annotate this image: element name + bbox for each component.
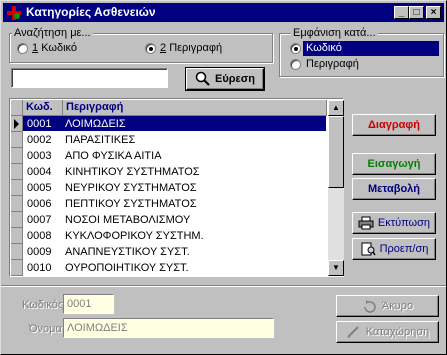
find-button[interactable]: Εύρεση — [185, 67, 265, 91]
code-label: Κωδικός: — [22, 299, 67, 311]
display-by-code-label[interactable]: Κωδικό — [306, 42, 342, 54]
cell-code[interactable]: 0004 — [27, 166, 51, 178]
table-row[interactable]: 0009 ΑΝΑΠΝΕΥΣΤΙΚΟΥ ΣΥΣΤ. — [11, 244, 326, 260]
edit-button-label: Μεταβολή — [367, 183, 421, 195]
table-row[interactable]: 0006 ΠΕΠΤΙΚΟΥ ΣΥΣΤΗΜΑΤΟΣ — [11, 196, 326, 212]
window: Κατηγορίες Ασθενειών _ □ × Αναζήτηση με.… — [0, 0, 447, 355]
bottom-separator — [1, 285, 446, 287]
preview-button-label: Προεπ/ση — [379, 243, 429, 255]
maximize-button[interactable]: □ — [409, 6, 424, 19]
preview-button[interactable]: Προεπ/ση — [352, 238, 436, 260]
search-by-description-radio[interactable] — [145, 43, 156, 54]
scroll-thumb[interactable] — [328, 116, 344, 188]
table-row[interactable]: 0008 ΚΥΚΛΟΦΟΡΙΚΟΥ ΣΥΣΤΗΜ. — [11, 228, 326, 244]
row-indicator[interactable] — [11, 228, 23, 244]
insert-button[interactable]: Εισαγωγή — [352, 153, 436, 175]
search-by-description-label[interactable]: 2 Περιγραφή — [160, 42, 222, 54]
row-indicator[interactable] — [11, 196, 23, 212]
table-row[interactable]: 0002 ΠΑΡΑΣΙΤΙΚΕΣ — [11, 132, 326, 148]
undo-icon — [364, 300, 376, 313]
code-field[interactable]: 0001 — [63, 294, 114, 314]
display-group-label: Εμφάνιση κατά... — [291, 27, 378, 39]
search-group-label: Αναζήτηση με... — [12, 27, 93, 39]
print-button-label: Εκτύπωση — [377, 217, 431, 229]
save-button-label: Καταχώρηση — [365, 326, 430, 338]
cell-description[interactable]: ΝΟΣΟΙ ΜΕΤΑΒΟΛΙΣΜΟΥ — [65, 214, 190, 226]
table-row[interactable]: 0001 ΛΟΙΜΩΔΕΙΣ — [11, 116, 326, 132]
cell-description[interactable]: ΑΠΟ ΦΥΣΙΚΑ ΑΙΤΙΑ — [65, 150, 162, 162]
search-by-code-radio[interactable] — [17, 43, 28, 54]
categories-grid[interactable]: Κωδ. Περιγραφή 0001 ΛΟΙΜΩΔΕΙΣ 0002 ΠΑΡΑΣΙΤΙ… — [9, 98, 344, 277]
cell-description[interactable]: ΠΑΡΑΣΙΤΙΚΕΣ — [65, 134, 135, 146]
grid-header-description[interactable]: Περιγραφή — [63, 100, 327, 116]
search-by-description-text: Περιγραφή — [169, 42, 223, 54]
cell-code[interactable]: 0005 — [27, 182, 51, 194]
cell-description[interactable]: ΟΥΡΟΠΟΙΗΤΙΚΟΥ ΣΥΣΤ. — [65, 262, 189, 274]
cell-code[interactable]: 0002 — [27, 134, 51, 146]
row-indicator[interactable] — [11, 244, 23, 260]
search-by-description-hotkey: 2 — [160, 42, 167, 54]
print-preview-icon — [361, 242, 376, 256]
table-row[interactable]: 0010 ΟΥΡΟΠΟΙΗΤΙΚΟΥ ΣΥΣΤ. — [11, 260, 326, 276]
magnifier-icon — [195, 71, 210, 86]
display-by-description-radio[interactable] — [290, 59, 301, 70]
window-title: Κατηγορίες Ασθενειών — [26, 5, 156, 19]
search-by-code-hotkey: 1 — [32, 42, 39, 54]
delete-button[interactable]: Διαγραφή — [352, 114, 436, 136]
name-field[interactable]: ΛΟΙΜΩΔΕΙΣ — [63, 318, 274, 338]
find-button-label: Εύρεση — [214, 73, 255, 85]
app-icon — [7, 6, 21, 20]
cell-description[interactable]: ΝΕΥΡΙΚΟΥ ΣΥΣΤΗΜΑΤΟΣ — [65, 182, 197, 194]
cell-code[interactable]: 0001 — [27, 118, 51, 130]
search-by-code-text: Κωδικό — [41, 42, 78, 54]
edit-button[interactable]: Μεταβολή — [352, 178, 436, 200]
search-by-code-label[interactable]: 1 Κωδικό — [32, 42, 77, 54]
cell-code[interactable]: 0009 — [27, 246, 51, 258]
table-row[interactable]: 0004 ΚΙΝΗΤΙΚΟΥ ΣΥΣΤΗΜΑΤΟΣ — [11, 164, 326, 180]
print-button[interactable]: Εκτύπωση — [352, 212, 436, 234]
save-button[interactable]: Καταχώρηση — [336, 321, 439, 343]
insert-button-label: Εισαγωγή — [367, 158, 421, 170]
row-indicator[interactable] — [11, 180, 23, 196]
delete-button-label: Διαγραφή — [368, 119, 420, 131]
name-label: Όνομα: — [29, 323, 65, 335]
cell-description[interactable]: ΠΕΠΤΙΚΟΥ ΣΥΣΤΗΜΑΤΟΣ — [65, 198, 197, 210]
cell-code[interactable]: 0008 — [27, 230, 51, 242]
grid-indicator-header — [11, 100, 23, 116]
display-by-code-radio[interactable] — [290, 43, 301, 54]
search-input[interactable] — [11, 68, 168, 88]
table-row[interactable]: 0007 ΝΟΣΟΙ ΜΕΤΑΒΟΛΙΣΜΟΥ — [11, 212, 326, 228]
cell-description[interactable]: ΚΥΚΛΟΦΟΡΙΚΟΥ ΣΥΣΤΗΜ. — [65, 230, 204, 242]
row-indicator[interactable] — [11, 148, 23, 164]
cancel-button-label: Άκυρο — [381, 300, 414, 312]
row-indicator[interactable] — [11, 164, 23, 180]
row-indicator[interactable] — [11, 260, 23, 276]
scroll-up-icon[interactable]: ▲ — [328, 100, 344, 116]
cell-code[interactable]: 0006 — [27, 198, 51, 210]
cell-description[interactable]: ΑΝΑΠΝΕΥΣΤΙΚΟΥ ΣΥΣΤ. — [65, 246, 190, 258]
row-indicator[interactable] — [11, 116, 23, 132]
grid-vertical-scrollbar[interactable]: ▲ ▼ — [328, 100, 344, 276]
cell-code[interactable]: 0003 — [27, 150, 51, 162]
cell-description[interactable]: ΚΙΝΗΤΙΚΟΥ ΣΥΣΤΗΜΑΤΟΣ — [65, 166, 200, 178]
table-row[interactable]: 0005 ΝΕΥΡΙΚΟΥ ΣΥΣΤΗΜΑΤΟΣ — [11, 180, 326, 196]
cell-code[interactable]: 0007 — [27, 214, 51, 226]
display-by-description-label[interactable]: Περιγραφή — [306, 58, 359, 70]
scroll-down-icon[interactable]: ▼ — [328, 260, 344, 276]
row-indicator[interactable] — [11, 132, 23, 148]
row-indicator[interactable] — [11, 212, 23, 228]
printer-icon — [358, 216, 374, 230]
minimize-button[interactable]: _ — [394, 6, 409, 19]
cell-description[interactable]: ΛΟΙΜΩΔΕΙΣ — [65, 118, 126, 130]
close-button[interactable]: × — [426, 6, 441, 19]
grid-header-code[interactable]: Κωδ. — [23, 100, 63, 116]
table-row[interactable]: 0003 ΑΠΟ ΦΥΣΙΚΑ ΑΙΤΙΑ — [11, 148, 326, 164]
cell-code[interactable]: 0010 — [27, 262, 51, 274]
title-bar[interactable]: Κατηγορίες Ασθενειών _ □ × — [3, 3, 444, 22]
current-row-arrow-icon — [14, 119, 19, 129]
pen-icon — [347, 326, 359, 338]
cancel-button[interactable]: Άκυρο — [336, 295, 439, 317]
